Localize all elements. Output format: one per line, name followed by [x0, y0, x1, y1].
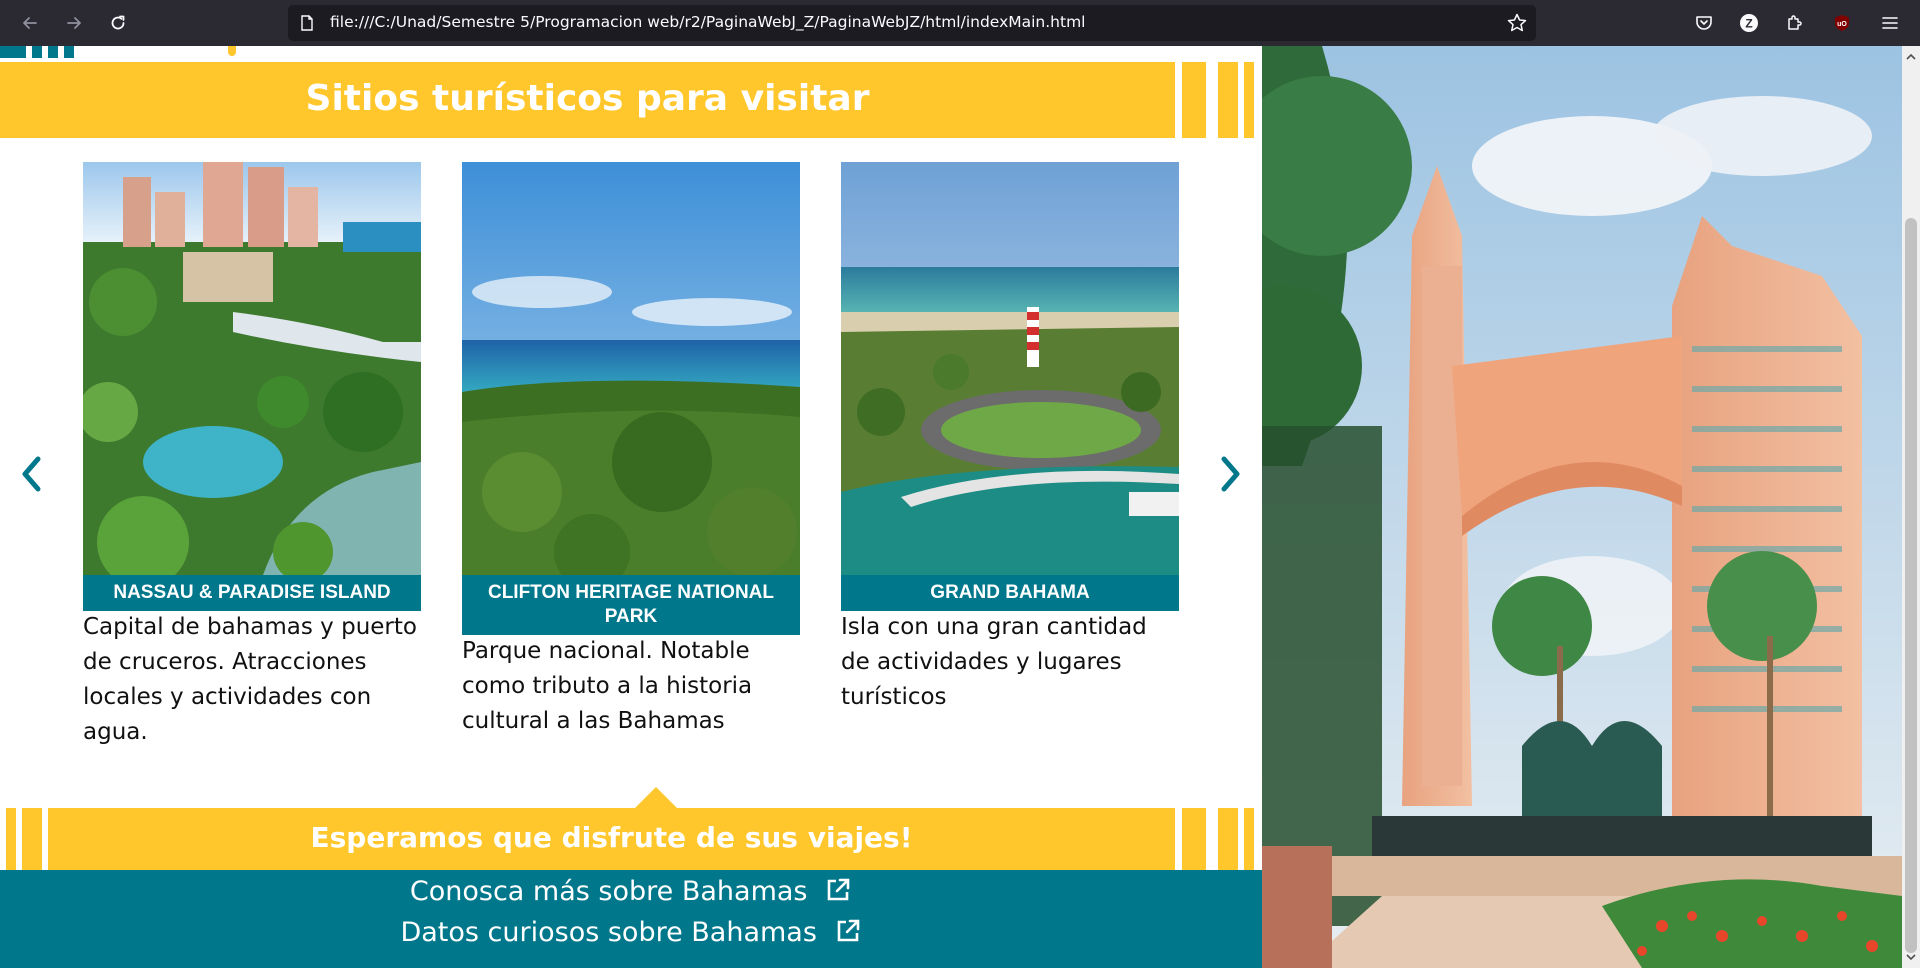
banner-stripe	[1218, 62, 1238, 138]
page-icon	[301, 15, 313, 31]
destination-photo-grand-bahama	[841, 162, 1179, 575]
browser-toolbar: file:///C:/Unad/Semestre 5/Programacion …	[0, 0, 1920, 46]
ublock-letter: uO	[1837, 21, 1847, 28]
banner-stripe	[1182, 808, 1206, 870]
zotero-button[interactable]: Z	[1735, 9, 1763, 37]
destination-description: Parque nacional. Notable como tributo a …	[462, 638, 753, 734]
destination-card[interactable]: NASSAU & PARADISE ISLAND Capital de baha…	[83, 162, 421, 762]
external-link-icon	[827, 878, 850, 901]
main-content: Sitios turísticos para visitar NASSAU & …	[0, 46, 1262, 968]
zotero-letter: Z	[1745, 17, 1752, 31]
chevron-up-icon	[1906, 53, 1916, 60]
carousel-prev-button[interactable]	[11, 449, 51, 499]
scroll-thumb[interactable]	[1905, 218, 1917, 953]
carousel-next-button[interactable]	[1211, 449, 1251, 499]
external-link-icon	[837, 919, 859, 942]
banner-stripe	[1182, 62, 1206, 138]
forward-button[interactable]	[60, 9, 88, 37]
hero-photo-atlantis	[1262, 46, 1902, 968]
chevron-down-icon	[1906, 954, 1916, 961]
back-button[interactable]	[16, 9, 44, 37]
footer: Conosca más sobre Bahamas Datos curiosos…	[0, 870, 1262, 968]
chevron-right-icon	[1221, 456, 1240, 492]
scroll-down-button[interactable]	[1902, 948, 1920, 966]
ublock-button[interactable]: uO	[1828, 9, 1856, 37]
zotero-icon: Z	[1740, 14, 1758, 32]
address-bar[interactable]: file:///C:/Unad/Semestre 5/Programacion …	[288, 5, 1536, 41]
destination-label: CLIFTON HERITAGE NATIONAL PARK	[462, 575, 800, 635]
footer-link-label[interactable]: Conosca más sobre Bahamas	[410, 876, 808, 907]
pocket-icon	[1696, 16, 1712, 30]
ublock-icon: uO	[1835, 15, 1849, 31]
footer-link-label[interactable]: Datos curiosos sobre Bahamas	[400, 917, 816, 948]
section-title: Sitios turísticos para visitar	[305, 78, 870, 119]
extensions-button[interactable]	[1780, 9, 1808, 37]
destination-description: Capital de bahamas y puerto de cruceros.…	[83, 614, 417, 745]
forward-arrow-icon	[67, 17, 81, 29]
footer-link-fun-facts[interactable]: Datos curiosos sobre Bahamas	[0, 917, 1262, 948]
url-text[interactable]: file:///C:/Unad/Semestre 5/Programacion …	[330, 13, 1085, 31]
extensions-icon	[1788, 15, 1802, 30]
destination-description: Isla con una gran cantidad de actividade…	[841, 614, 1147, 710]
banner-stripe	[22, 808, 42, 870]
destination-label: GRAND BAHAMA	[841, 575, 1179, 611]
footer-link-more-info[interactable]: Conosca más sobre Bahamas	[0, 876, 1262, 907]
destination-photo-nassau	[83, 162, 421, 575]
page-scrollbar[interactable]	[1902, 46, 1920, 968]
menu-icon	[1882, 17, 1898, 29]
destination-card[interactable]: CLIFTON HERITAGE NATIONAL PARK Parque na…	[462, 162, 800, 762]
destination-photo-clifton	[462, 162, 800, 575]
destination-card[interactable]: GRAND BAHAMA Isla con una gran cantidad …	[841, 162, 1179, 762]
banner-notch	[634, 787, 678, 809]
back-arrow-icon	[23, 17, 37, 29]
closing-title: Esperamos que disfrute de sus viajes!	[310, 821, 913, 854]
bookmark-star-icon[interactable]	[1506, 12, 1528, 34]
destination-label: NASSAU & PARADISE ISLAND	[83, 575, 421, 611]
reload-icon	[111, 15, 125, 30]
banner-stripe	[6, 808, 16, 870]
chevron-left-icon	[22, 456, 41, 492]
menu-button[interactable]	[1876, 9, 1904, 37]
top-decorative-strip	[0, 46, 1262, 60]
reload-button[interactable]	[104, 9, 132, 37]
banner-stripe	[1218, 808, 1238, 870]
banner-stripe	[1244, 62, 1254, 138]
section-banner: Sitios turísticos para visitar	[0, 62, 1175, 138]
banner-stripe	[1244, 808, 1254, 870]
pocket-button[interactable]	[1690, 9, 1718, 37]
scroll-up-button[interactable]	[1902, 48, 1920, 66]
